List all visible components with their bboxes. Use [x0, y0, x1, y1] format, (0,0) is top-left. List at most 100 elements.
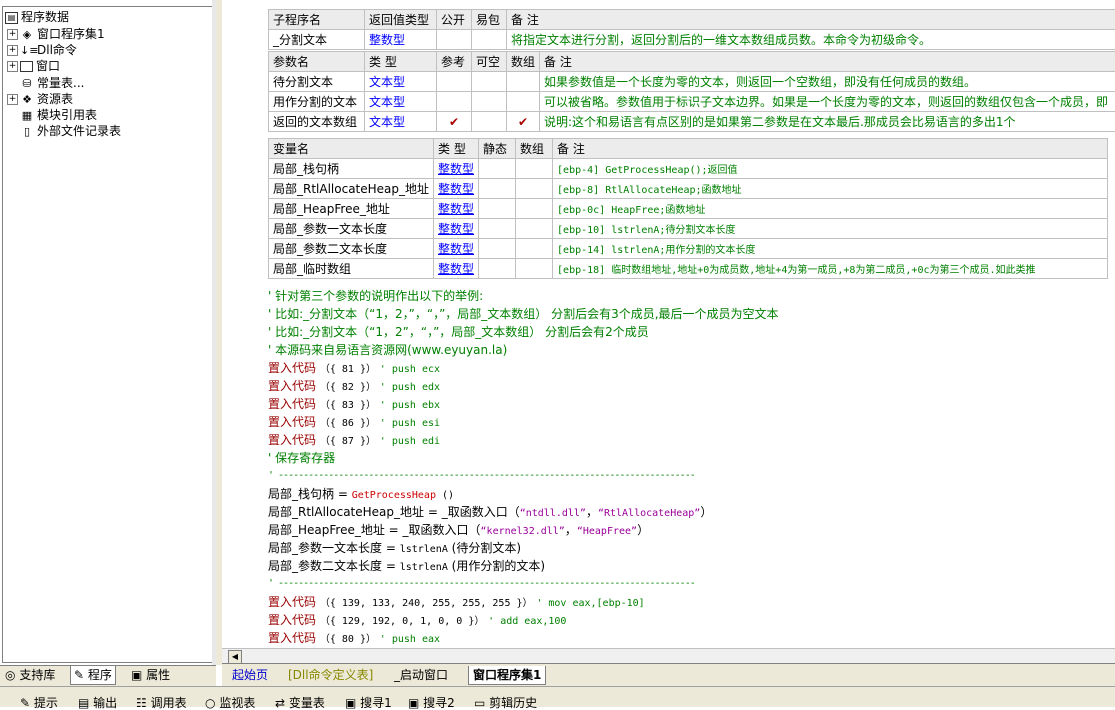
param-array-cell[interactable] [507, 92, 540, 112]
var-type-cell[interactable]: 整数型 [434, 159, 479, 179]
code-line-emit[interactable]: 置入代码 （{ 82 }） ' push edx [268, 377, 440, 395]
code-line-emit[interactable]: 置入代码 （{ 139, 133, 240, 255, 255, 255 }） … [268, 593, 645, 611]
expand-icon[interactable]: + [7, 94, 18, 105]
code-line-emit[interactable]: 置入代码 （{ 129, 192, 0, 1, 0, 0 }） ' add ea… [268, 611, 566, 629]
var-array-cell[interactable] [516, 259, 553, 279]
param-row[interactable]: 待分割文本 文本型 如果参数值是一个长度为零的文本，则返回一个空数组，即没有任何… [269, 72, 1115, 92]
tree-item-windows[interactable]: +窗口 [7, 58, 60, 74]
var-note-cell[interactable]: [ebp-4] GetProcessHeap();返回值 [553, 159, 1108, 179]
var-type-cell[interactable]: 整数型 [434, 219, 479, 239]
tab-call-stack[interactable]: ☷ 调用表 [136, 696, 187, 710]
var-row[interactable]: 局部_参数一文本长度 整数型 [ebp-10] lstrlenA;待分割文本长度 [269, 219, 1108, 239]
param-nullable-cell[interactable] [472, 92, 507, 112]
tree-item-program-data[interactable]: ▤程序数据 [5, 9, 69, 25]
param-type-cell[interactable]: 文本型 [365, 72, 437, 92]
var-name-cell[interactable]: 局部_HeapFree_地址 [269, 199, 434, 219]
var-static-cell[interactable] [479, 259, 516, 279]
var-row[interactable]: 局部_参数二文本长度 整数型 [ebp-14] lstrlenA;用作分割的文本… [269, 239, 1108, 259]
code-line-assign[interactable]: 局部_HeapFree_地址 = _取函数入口（“kernel32.dll”，“… [268, 521, 649, 539]
tree-item-resources[interactable]: +❖资源表 [7, 91, 73, 107]
tab-watch[interactable]: ○ 监视表 [205, 696, 255, 710]
var-type-cell[interactable]: 整数型 [434, 259, 479, 279]
param-name-cell[interactable]: 用作分割的文本 [269, 92, 365, 112]
code-line-assign[interactable]: 局部_参数二文本长度 = lstrlenA (用作分割的文本) [268, 557, 545, 575]
code-separator[interactable]: ' --------------------------------------… [268, 467, 695, 485]
tab-start-page[interactable]: 起始页 [232, 666, 268, 684]
param-row[interactable]: 返回的文本数组 文本型 ✔ ✔ 说明:这个和易语言有点区别的是如果第二参数是在文… [269, 112, 1115, 132]
var-note-cell[interactable]: [ebp-8] RtlAllocateHeap;函数地址 [553, 179, 1108, 199]
var-note-cell[interactable]: [ebp-18] 临时数组地址,地址+0为成员数,地址+4为第一成员,+8为第二… [553, 259, 1108, 279]
var-array-cell[interactable] [516, 199, 553, 219]
var-array-cell[interactable] [516, 159, 553, 179]
tree-item-module-refs[interactable]: ▦模块引用表 [20, 107, 97, 123]
param-note-cell[interactable]: 可以被省略。参数值用于标识子文本边界。如果是一个长度为零的文本，则返回的数组仅包… [540, 92, 1115, 112]
checkmark-icon[interactable]: ✔ [507, 112, 540, 132]
public-cell[interactable] [437, 30, 472, 50]
tree-item-constants[interactable]: ⛁常量表... [20, 75, 84, 91]
scroll-left-icon[interactable]: ◀ [228, 650, 242, 664]
param-nullable-cell[interactable] [472, 72, 507, 92]
editor-horizontal-scrollbar[interactable]: ◀ [222, 648, 1115, 663]
code-line-emit[interactable]: 置入代码 （{ 81 }） ' push ecx [268, 359, 440, 377]
var-type-cell[interactable]: 整数型 [434, 179, 479, 199]
var-static-cell[interactable] [479, 239, 516, 259]
tree-item-dll-commands[interactable]: +↓≡Dll命令 [7, 42, 77, 58]
easy-package-cell[interactable] [472, 30, 507, 50]
var-row[interactable]: 局部_RtlAllocateHeap_地址 整数型 [ebp-8] RtlAll… [269, 179, 1108, 199]
var-static-cell[interactable] [479, 179, 516, 199]
var-note-cell[interactable]: [ebp-10] lstrlenA;待分割文本长度 [553, 219, 1108, 239]
return-type-cell[interactable]: 整数型 [365, 30, 437, 50]
var-row[interactable]: 局部_临时数组 整数型 [ebp-18] 临时数组地址,地址+0为成员数,地址+… [269, 259, 1108, 279]
var-row[interactable]: 局部_HeapFree_地址 整数型 [ebp-0c] HeapFree;函数地… [269, 199, 1108, 219]
var-type-cell[interactable]: 整数型 [434, 239, 479, 259]
param-note-cell[interactable]: 如果参数值是一个长度为零的文本，则返回一个空数组，即没有任何成员的数组。 [540, 72, 1115, 92]
tree-item-external-files[interactable]: ▯外部文件记录表 [20, 123, 121, 139]
var-note-cell[interactable]: [ebp-14] lstrlenA;用作分割的文本长度 [553, 239, 1108, 259]
var-name-cell[interactable]: 局部_临时数组 [269, 259, 434, 279]
tree-item-window-assembly[interactable]: +◈窗口程序集1 [7, 26, 105, 42]
sub-note-cell[interactable]: 将指定文本进行分割，返回分割后的一维文本数组成员数。本命令为初级命令。 [507, 30, 1115, 50]
param-array-cell[interactable] [507, 72, 540, 92]
var-type-cell[interactable]: 整数型 [434, 199, 479, 219]
tab-hint[interactable]: ✎ 提示 [20, 696, 58, 710]
param-ref-cell[interactable] [437, 92, 472, 112]
tab-support-library[interactable]: ◎ 支持库 [2, 666, 58, 684]
var-static-cell[interactable] [479, 219, 516, 239]
var-name-cell[interactable]: 局部_RtlAllocateHeap_地址 [269, 179, 434, 199]
tab-properties[interactable]: ▣ 属性 [128, 666, 173, 684]
code-line-assign[interactable]: 局部_参数一文本长度 = lstrlenA (待分割文本) [268, 539, 521, 557]
param-ref-cell[interactable] [437, 72, 472, 92]
code-comment[interactable]: ' 比如:_分割文本（“1，2”，“，”，局部_文本数组） 分割后会有2个成员 [268, 323, 649, 341]
tab-variables[interactable]: ⇄ 变量表 [275, 696, 325, 710]
param-row[interactable]: 用作分割的文本 文本型 可以被省略。参数值用于标识子文本边界。如果是一个长度为零… [269, 92, 1115, 112]
tab-search2[interactable]: ▣ 搜寻2 [408, 696, 455, 710]
code-line-assign[interactable]: 局部_RtlAllocateHeap_地址 = _取函数入口（“ntdll.dl… [268, 503, 712, 521]
var-name-cell[interactable]: 局部_参数一文本长度 [269, 219, 434, 239]
var-name-cell[interactable]: 局部_参数二文本长度 [269, 239, 434, 259]
tab-dll-definitions[interactable]: [Dll命令定义表] [288, 666, 373, 684]
var-note-cell[interactable]: [ebp-0c] HeapFree;函数地址 [553, 199, 1108, 219]
var-row[interactable]: 局部_栈句柄 整数型 [ebp-4] GetProcessHeap();返回值 [269, 159, 1108, 179]
param-nullable-cell[interactable] [472, 112, 507, 132]
var-array-cell[interactable] [516, 219, 553, 239]
param-type-cell[interactable]: 文本型 [365, 112, 437, 132]
tab-clipboard-history[interactable]: ▭ 剪辑历史 [474, 696, 537, 710]
code-line-emit[interactable]: 置入代码 （{ 83 }） ' push ebx [268, 395, 440, 413]
code-comment[interactable]: ' 比如:_分割文本（“1，2，”，“，”，局部_文本数组） 分割后会有3个成员… [268, 305, 779, 323]
expand-icon[interactable]: + [7, 45, 18, 56]
code-comment[interactable]: ' 保存寄存器 [268, 449, 335, 467]
code-separator[interactable]: ' --------------------------------------… [268, 575, 695, 593]
expand-icon[interactable]: + [7, 29, 18, 40]
tab-program[interactable]: ✎ 程序 [70, 666, 116, 685]
checkmark-icon[interactable]: ✔ [437, 112, 472, 132]
sub-name-cell[interactable]: _分割文本 [269, 30, 365, 50]
code-line-emit[interactable]: 置入代码 （{ 86 }） ' push esi [268, 413, 440, 431]
var-name-cell[interactable]: 局部_栈句柄 [269, 159, 434, 179]
project-tree[interactable]: ▤程序数据 +◈窗口程序集1 +↓≡Dll命令 +窗口 ⛁常量表... +❖资源… [2, 6, 214, 663]
param-name-cell[interactable]: 待分割文本 [269, 72, 365, 92]
tab-startup-window[interactable]: _启动窗口 [394, 666, 448, 684]
code-line-assign[interactable]: 局部_栈句柄 = GetProcessHeap () [268, 485, 454, 503]
expand-icon[interactable]: + [7, 61, 18, 72]
code-comment[interactable]: ' 针对第三个参数的说明作出以下的举例: [268, 287, 483, 305]
var-static-cell[interactable] [479, 159, 516, 179]
